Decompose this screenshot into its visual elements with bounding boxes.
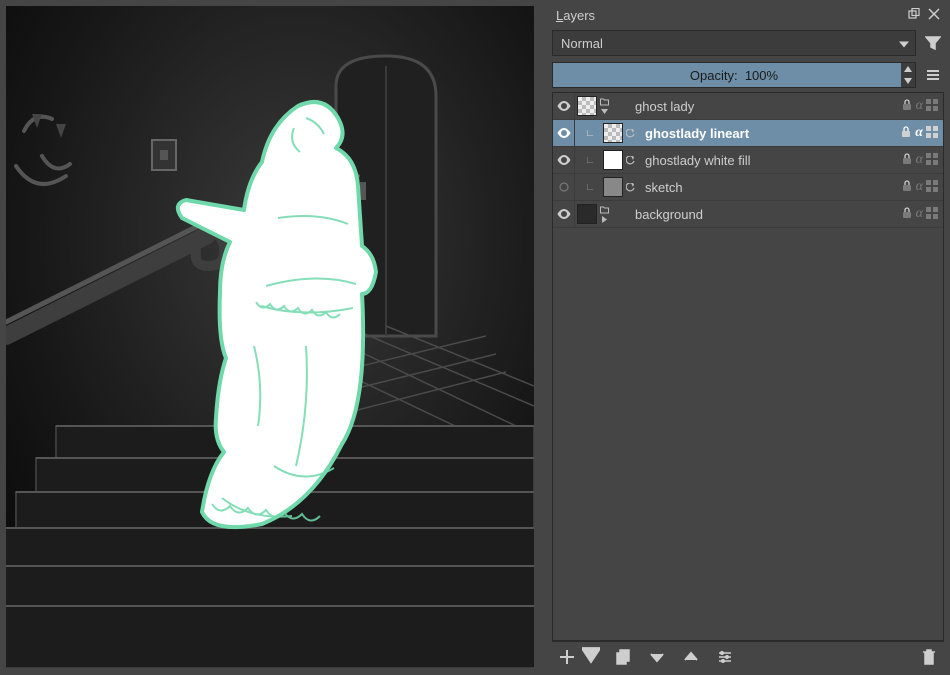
opacity-slider[interactable]: Opacity: 100%	[552, 62, 916, 88]
opacity-value: 100%	[745, 68, 778, 83]
opacity-label: Opacity:	[690, 68, 738, 83]
alpha-icon[interactable]: α	[916, 179, 923, 195]
panel-header: Layers	[552, 4, 944, 26]
layer-thumbnail[interactable]	[603, 150, 623, 170]
visibility-toggle[interactable]	[553, 174, 575, 200]
visibility-toggle[interactable]	[553, 147, 575, 173]
close-icon[interactable]	[928, 8, 940, 23]
layer-row[interactable]: background α	[553, 201, 943, 228]
layer-list[interactable]: ghost lady α ∟ ghostlady lineart α ∟ ghostlady…	[552, 92, 944, 641]
layer-type-icon	[597, 205, 611, 224]
duplicate-layer-button[interactable]	[612, 646, 634, 668]
layer-type-icon	[597, 97, 611, 116]
move-layer-up-button[interactable]	[680, 646, 702, 668]
layer-row[interactable]: ∟ sketch α	[553, 174, 943, 201]
menu-icon[interactable]	[922, 64, 944, 86]
layer-name-label[interactable]: ghostlady white fill	[639, 153, 900, 168]
move-layer-down-button[interactable]	[646, 646, 668, 668]
layer-thumbnail[interactable]	[577, 204, 597, 224]
alpha-icon[interactable]: α	[916, 152, 923, 168]
layer-thumbnail[interactable]	[603, 177, 623, 197]
add-layer-menu-caret[interactable]	[582, 646, 600, 667]
layer-type-icon	[623, 156, 637, 165]
layer-thumbnail[interactable]	[577, 96, 597, 116]
layer-name-label[interactable]: sketch	[639, 180, 900, 195]
lock-icon[interactable]	[899, 125, 913, 142]
opacity-step-up[interactable]	[901, 63, 915, 75]
layer-thumb-area	[575, 96, 613, 116]
layer-indent: ∟	[577, 128, 603, 139]
layer-thumb-area: ∟	[575, 123, 639, 143]
pixel-lock-icon[interactable]	[925, 206, 939, 223]
add-layer-button[interactable]	[556, 646, 578, 668]
layer-name-label[interactable]: ghostlady lineart	[639, 126, 899, 141]
artwork-illustration	[6, 6, 534, 668]
alpha-icon[interactable]: α	[915, 125, 923, 141]
layer-name-label[interactable]: ghost lady	[613, 99, 900, 114]
layer-thumb-area: ∟	[575, 177, 639, 197]
alpha-icon[interactable]: α	[916, 98, 923, 114]
canvas-viewport[interactable]	[6, 6, 534, 668]
chevron-down-icon	[899, 36, 909, 51]
canvas-area	[0, 0, 548, 675]
layer-row[interactable]: ∟ ghostlady white fill α	[553, 147, 943, 174]
blend-mode-value: Normal	[561, 36, 603, 51]
visibility-toggle[interactable]	[553, 120, 575, 146]
layer-type-icon	[623, 183, 637, 192]
lock-icon[interactable]	[900, 98, 914, 115]
layer-thumb-area: ∟	[575, 150, 639, 170]
pixel-lock-icon[interactable]	[925, 152, 939, 169]
pixel-lock-icon[interactable]	[925, 179, 939, 196]
visibility-toggle[interactable]	[553, 201, 575, 227]
delete-layer-button[interactable]	[918, 646, 940, 668]
blend-mode-dropdown[interactable]: Normal	[552, 30, 916, 56]
pixel-lock-icon[interactable]	[925, 98, 939, 115]
layer-name-label[interactable]: background	[613, 207, 900, 222]
visibility-toggle[interactable]	[553, 93, 575, 119]
layer-type-icon	[623, 129, 637, 138]
opacity-step-down[interactable]	[901, 75, 915, 87]
detach-icon[interactable]	[908, 8, 920, 23]
layer-settings-button[interactable]	[714, 646, 736, 668]
layers-panel: Layers Normal Opacity: 100%	[548, 0, 950, 675]
layer-row[interactable]: ghost lady α	[553, 93, 943, 120]
layer-indent: ∟	[577, 182, 603, 193]
layer-indent: ∟	[577, 155, 603, 166]
lock-icon[interactable]	[900, 179, 914, 196]
panel-title: Layers	[556, 8, 908, 23]
pixel-lock-icon[interactable]	[925, 125, 939, 142]
layer-row[interactable]: ∟ ghostlady lineart α	[553, 120, 943, 147]
lock-icon[interactable]	[900, 152, 914, 169]
layer-thumbnail[interactable]	[603, 123, 623, 143]
alpha-icon[interactable]: α	[916, 206, 923, 222]
layer-thumb-area	[575, 204, 613, 224]
lock-icon[interactable]	[900, 206, 914, 223]
filter-icon[interactable]	[922, 32, 944, 54]
layer-toolbar	[552, 641, 944, 671]
